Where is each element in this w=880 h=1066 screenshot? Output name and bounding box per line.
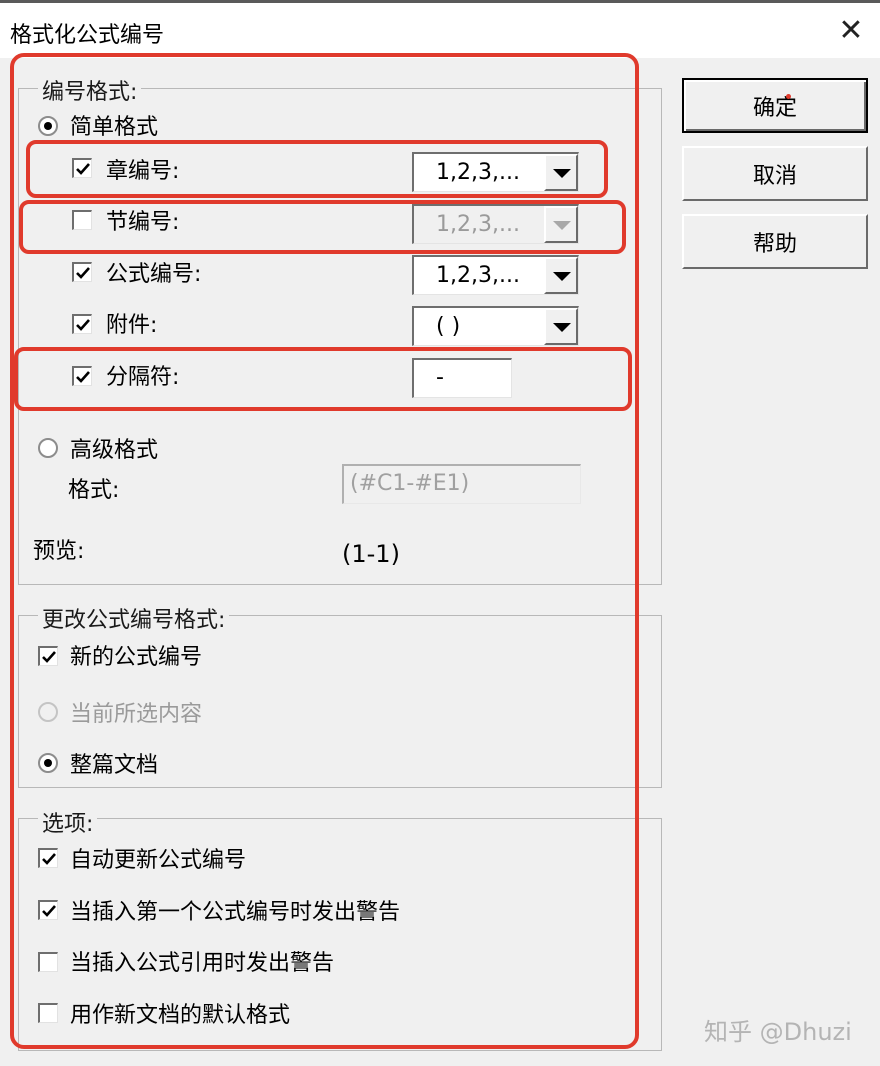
options-legend: 选项:: [38, 806, 98, 838]
dialog-title: 格式化公式编号: [10, 23, 165, 48]
radio-selected-dot: [44, 122, 52, 130]
cancel-button-label: 取消: [752, 163, 797, 189]
cursor-marker: [786, 94, 791, 99]
default-format-checkbox[interactable]: [38, 1003, 58, 1023]
section-label: 节编号:: [106, 210, 180, 235]
simple-format-label: 简单格式: [70, 115, 159, 140]
equation-label: 公式编号:: [106, 262, 202, 287]
current-selection-radio[interactable]: [38, 702, 58, 722]
chapter-format-select[interactable]: 1,2,3,...: [412, 152, 579, 192]
chapter-format-value: 1,2,3,...: [436, 160, 520, 185]
advanced-format-label: 高级格式: [70, 438, 159, 463]
new-numbers-label: 新的公式编号: [70, 645, 203, 670]
current-selection-label: 当前所选内容: [70, 702, 203, 727]
option-label-default-format: 用作新文档的默认格式: [70, 1003, 291, 1028]
chapter-checkbox[interactable]: [72, 158, 92, 178]
equation-format-value: 1,2,3,...: [436, 263, 520, 288]
preview-label: 预览:: [33, 539, 85, 564]
title-bar: 格式化公式编号 ✕: [0, 3, 880, 58]
check-icon: [76, 267, 90, 279]
section-checkbox[interactable]: [72, 210, 92, 230]
warn-reference-checkbox[interactable]: [38, 952, 58, 972]
watermark: 知乎 @Dhuzi: [704, 1018, 852, 1046]
attachment-checkbox[interactable]: [72, 314, 92, 334]
ok-button[interactable]: 确定: [682, 78, 868, 133]
separator-checkbox[interactable]: [72, 366, 92, 386]
section-format-select[interactable]: 1,2,3,...: [412, 204, 579, 244]
check-icon: [42, 853, 56, 865]
chevron-down-icon[interactable]: [544, 206, 578, 243]
numbering-format-legend: 编号格式:: [38, 74, 142, 106]
chapter-label: 章编号:: [106, 159, 180, 184]
format-input[interactable]: (#C1-#E1): [342, 464, 581, 504]
close-icon[interactable]: ✕: [832, 11, 870, 51]
format-label: 格式:: [68, 478, 120, 503]
equation-checkbox[interactable]: [72, 262, 92, 282]
option-label-warn-first-number: 当插入第一个公式编号时发出警告: [70, 900, 401, 925]
option-label-warn-reference: 当插入公式引用时发出警告: [70, 951, 335, 976]
whole-document-radio[interactable]: [38, 753, 58, 773]
radio-selected-dot: [44, 759, 52, 767]
warn-first-number-checkbox[interactable]: [38, 900, 58, 920]
check-icon: [76, 371, 90, 383]
change-format-legend: 更改公式编号格式:: [38, 602, 230, 634]
option-label-auto-update: 自动更新公式编号: [70, 848, 247, 873]
check-icon: [76, 163, 90, 175]
chevron-down-icon[interactable]: [544, 154, 578, 191]
preview-value: (1-1): [342, 540, 400, 568]
check-icon: [76, 319, 90, 331]
check-icon: [42, 905, 56, 917]
attachment-format-select[interactable]: ( ): [412, 306, 579, 346]
attachment-label: 附件:: [106, 313, 158, 338]
equation-format-select[interactable]: 1,2,3,...: [412, 255, 579, 295]
simple-format-radio[interactable]: [38, 116, 58, 136]
new-numbers-checkbox[interactable]: [38, 646, 58, 666]
chevron-down-icon[interactable]: [544, 308, 578, 345]
chevron-down-icon[interactable]: [544, 257, 578, 294]
separator-label: 分隔符:: [106, 365, 180, 390]
help-button-label: 帮助: [752, 231, 797, 257]
help-button[interactable]: 帮助: [682, 214, 868, 269]
whole-document-label: 整篇文档: [70, 753, 159, 778]
auto-update-checkbox[interactable]: [38, 848, 58, 868]
attachment-format-value: ( ): [436, 314, 461, 339]
separator-input[interactable]: -: [412, 358, 512, 398]
ok-button-label: 确定: [752, 95, 797, 121]
section-format-value: 1,2,3,...: [436, 212, 520, 237]
check-icon: [42, 651, 56, 663]
cancel-button[interactable]: 取消: [682, 146, 868, 201]
advanced-format-radio[interactable]: [38, 438, 58, 458]
